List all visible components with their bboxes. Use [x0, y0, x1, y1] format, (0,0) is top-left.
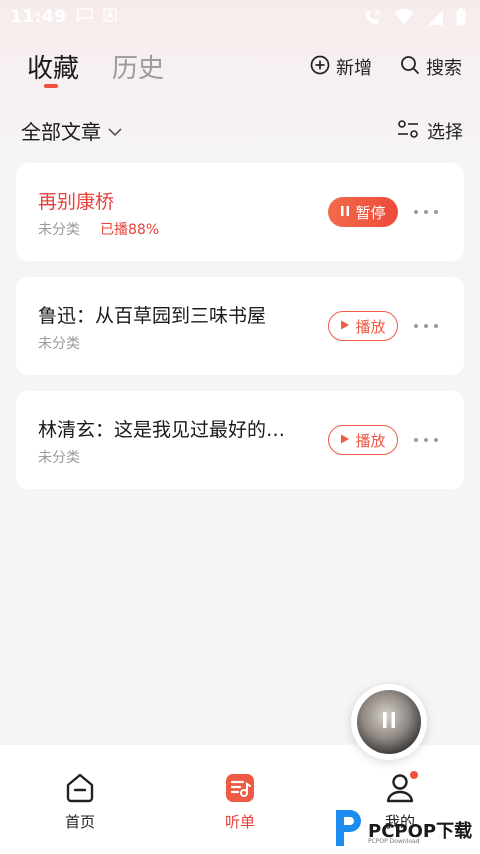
- tab-favorites[interactable]: 收藏: [27, 48, 79, 85]
- pause-button[interactable]: 暂停: [328, 197, 398, 227]
- status-time: 11:49: [10, 7, 67, 27]
- plus-circle-icon: [310, 55, 330, 80]
- call-icon: [364, 8, 382, 26]
- play-button[interactable]: 播放: [328, 425, 398, 455]
- search-button[interactable]: 搜索: [400, 54, 462, 80]
- article-meta: 未分类: [38, 333, 80, 353]
- chevron-down-icon: [107, 119, 123, 143]
- nav-playlist[interactable]: 听单: [200, 771, 280, 832]
- play-icon: [340, 431, 350, 449]
- battery-icon: [456, 8, 466, 26]
- more-options-button[interactable]: [414, 431, 438, 449]
- watermark-logo-icon: [332, 808, 364, 852]
- more-options-button[interactable]: [414, 203, 438, 221]
- select-button[interactable]: 选择: [397, 118, 463, 144]
- status-bar: 11:49: [0, 0, 480, 34]
- message-icon: [76, 8, 93, 26]
- select-label: 选择: [427, 122, 463, 143]
- article-title: 鲁迅：从百草园到三味书屋: [38, 305, 267, 327]
- search-icon: [400, 55, 420, 80]
- play-progress: 已播88%: [100, 222, 160, 238]
- article-category: 未分类: [38, 450, 80, 466]
- tab-history[interactable]: 历史: [112, 48, 164, 85]
- nav-playlist-label: 听单: [224, 813, 255, 831]
- filter-row: 全部文章 选择: [0, 112, 480, 148]
- active-tab-indicator: [44, 84, 58, 88]
- now-playing-cover: [357, 690, 421, 754]
- nav-home-label: 首页: [64, 813, 95, 831]
- sliders-icon: [397, 119, 419, 144]
- signal-icon: [426, 9, 444, 25]
- article-card[interactable]: 林清玄：这是我见过最好的… 未分类 播放: [16, 391, 464, 489]
- nav-home[interactable]: 首页: [40, 771, 120, 832]
- add-button[interactable]: 新增: [310, 54, 372, 80]
- category-label: 全部文章: [21, 120, 101, 144]
- watermark-sub: PCPOP Download: [368, 838, 420, 845]
- profile-icon: [360, 771, 440, 805]
- play-button[interactable]: 播放: [328, 311, 398, 341]
- pause-icon: [381, 711, 397, 733]
- play-label: 播放: [355, 317, 386, 336]
- article-meta: 未分类: [38, 447, 80, 467]
- home-icon: [40, 771, 120, 805]
- article-meta: 未分类 已播88%: [38, 219, 159, 239]
- category-dropdown[interactable]: 全部文章: [21, 116, 123, 145]
- article-category: 未分类: [38, 222, 80, 238]
- article-title: 再别康桥: [38, 191, 115, 213]
- notification-badge: [410, 771, 418, 779]
- header: 收藏 历史 新增 搜索: [0, 44, 480, 90]
- floating-player-button[interactable]: [351, 684, 427, 760]
- article-category: 未分类: [38, 336, 80, 352]
- pause-icon: [340, 203, 350, 221]
- article-card[interactable]: 鲁迅：从百草园到三味书屋 未分类 播放: [16, 277, 464, 375]
- pause-label: 暂停: [355, 203, 386, 222]
- article-title: 林清玄：这是我见过最好的…: [38, 419, 286, 441]
- notification-a-icon: [102, 8, 117, 26]
- add-label: 新增: [336, 58, 372, 79]
- watermark: PCPOP下载 PCPOP Download: [332, 808, 480, 852]
- playlist-icon: [200, 771, 280, 805]
- wifi-icon: [394, 9, 414, 25]
- play-label: 播放: [355, 431, 386, 450]
- play-icon: [340, 317, 350, 335]
- search-label: 搜索: [426, 58, 462, 79]
- article-card[interactable]: 再别康桥 未分类 已播88% 暂停: [16, 163, 464, 261]
- more-options-button[interactable]: [414, 317, 438, 335]
